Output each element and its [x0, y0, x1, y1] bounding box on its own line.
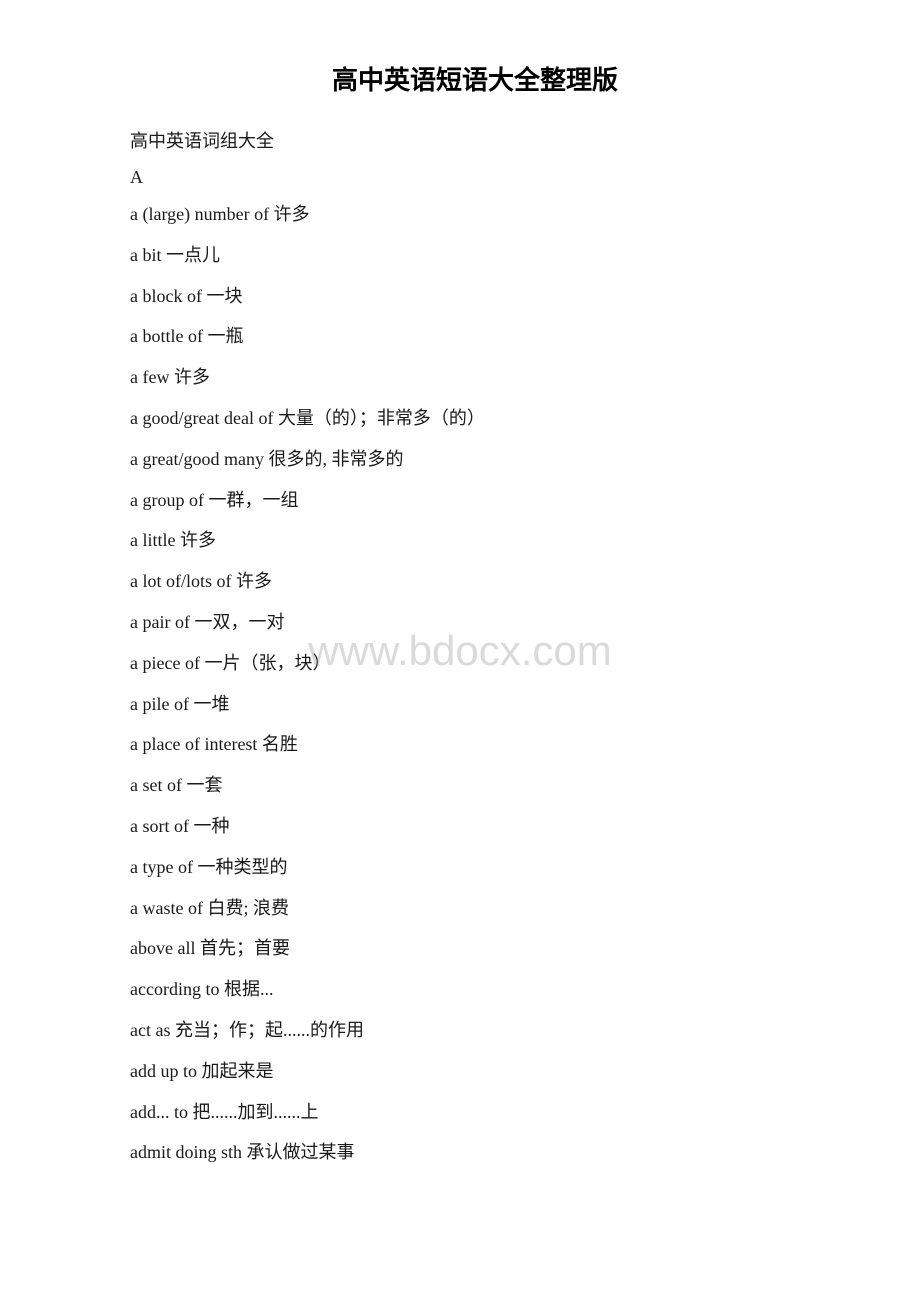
phrase-item: a piece of 一片（张，块） — [130, 649, 820, 678]
phrase-item: a good/great deal of 大量（的）；非常多（的） — [130, 404, 820, 433]
phrase-item: a bottle of 一瓶 — [130, 322, 820, 351]
subtitle: 高中英语词组大全 — [130, 127, 820, 153]
phrase-item: a great/good many 很多的, 非常多的 — [130, 445, 820, 474]
phrase-item: a lot of/lots of 许多 — [130, 567, 820, 596]
phrase-item: admit doing sth 承认做过某事 — [130, 1138, 820, 1167]
phrase-item: above all 首先；首要 — [130, 934, 820, 963]
phrase-item: a bit 一点儿 — [130, 241, 820, 270]
phrase-item: a few 许多 — [130, 363, 820, 392]
phrase-item: a pair of 一双，一对 — [130, 608, 820, 637]
phrase-item: a type of 一种类型的 — [130, 853, 820, 882]
phrase-item: a block of 一块 — [130, 282, 820, 311]
phrase-item: a group of 一群，一组 — [130, 486, 820, 515]
phrase-item: a pile of 一堆 — [130, 690, 820, 719]
phrase-item: act as 充当；作；起......的作用 — [130, 1016, 820, 1045]
phrase-item: add... to 把......加到......上 — [130, 1098, 820, 1127]
section-letter-a: A — [130, 167, 820, 188]
phrase-item: a waste of 白费; 浪费 — [130, 894, 820, 923]
phrase-item: a little 许多 — [130, 526, 820, 555]
phrase-item: a (large) number of 许多 — [130, 200, 820, 229]
page-title: 高中英语短语大全整理版 — [130, 60, 820, 97]
phrase-item: a set of 一套 — [130, 771, 820, 800]
phrase-item: a sort of 一种 — [130, 812, 820, 841]
phrase-item: a place of interest 名胜 — [130, 730, 820, 759]
phrase-item: add up to 加起来是 — [130, 1057, 820, 1086]
phrase-item: according to 根据... — [130, 975, 820, 1004]
